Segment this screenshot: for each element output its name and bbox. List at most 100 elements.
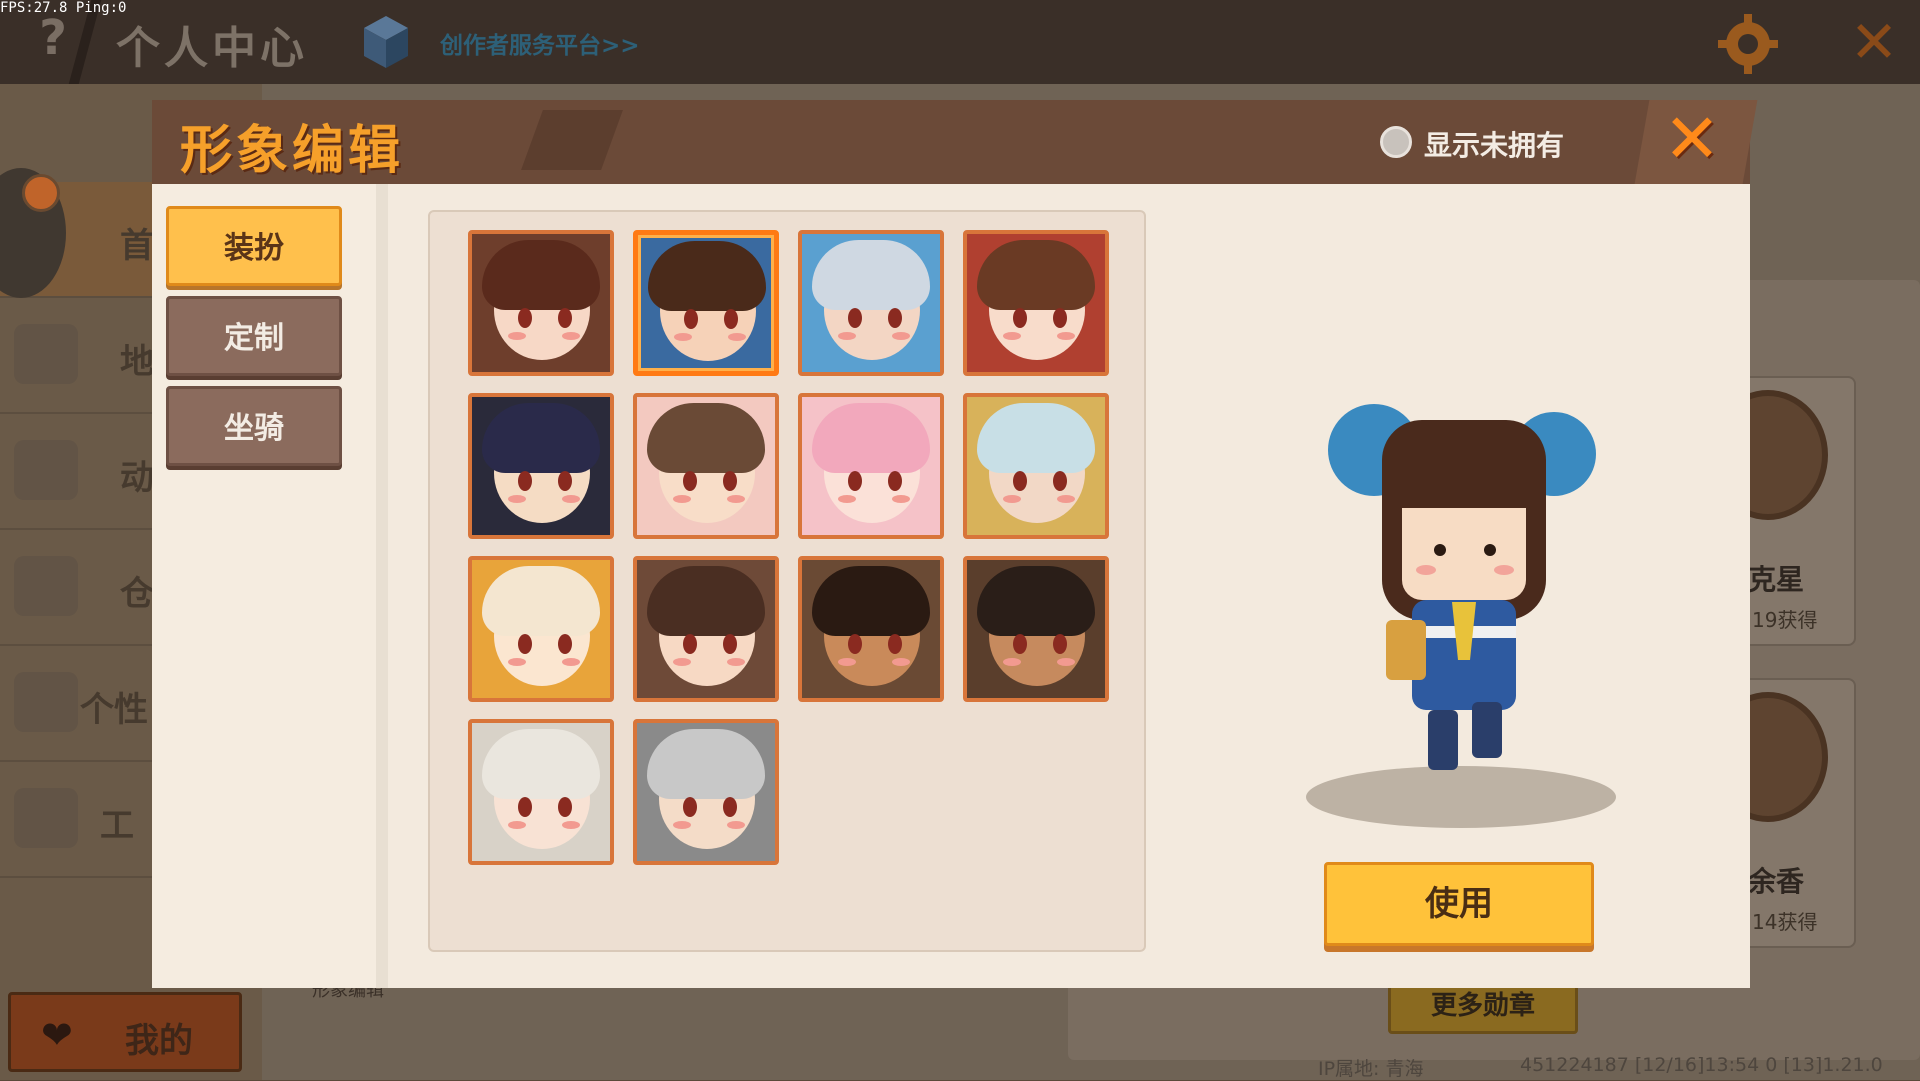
tab-outfit[interactable]: 装扮 (166, 206, 342, 286)
avatar-tile[interactable] (633, 393, 779, 539)
avatar-blush (1057, 658, 1075, 666)
avatar-eye (888, 471, 902, 491)
avatar-tile[interactable] (468, 393, 614, 539)
avatar-hair (812, 566, 930, 636)
sidebar-item-label: 工 (100, 806, 134, 846)
category-tabs: 装扮 定制 坐骑 (152, 184, 388, 988)
avatar-tile[interactable] (468, 556, 614, 702)
card-icon (14, 672, 78, 732)
avatar-tile[interactable] (798, 556, 944, 702)
avatar-blush (1057, 495, 1075, 503)
notification-dot (22, 174, 60, 212)
sidebar-item-label: 地 (120, 342, 154, 382)
avatar-blush (508, 332, 526, 340)
avatar-tile[interactable] (963, 230, 1109, 376)
avatar-blush (562, 821, 580, 829)
avatar-hair (647, 403, 765, 473)
avatar-hair (812, 403, 930, 473)
avatar-edit-modal: 形象编辑 显示未拥有 ✕ 装扮 定制 坐骑 使用 (152, 100, 1758, 988)
fps-readout: FPS:27.8 Ping:0 (0, 0, 127, 16)
creator-platform-link[interactable]: 创作者服务平台>> (440, 26, 640, 60)
avatar-blush (562, 658, 580, 666)
avatar-eye (1013, 471, 1027, 491)
avatar-blush (508, 658, 526, 666)
avatar-eye (1053, 471, 1067, 491)
avatar-blush (673, 658, 691, 666)
avatar-blush (1057, 332, 1075, 340)
page-title: 个人中心 (116, 23, 308, 74)
header-decoration (521, 110, 623, 170)
gear-icon[interactable] (1716, 12, 1780, 76)
close-icon[interactable]: ✕ (1846, 13, 1902, 71)
toolbox-icon (14, 788, 78, 848)
avatar-blush (892, 495, 910, 503)
avatar-eye (723, 471, 737, 491)
avatar-tile[interactable] (798, 230, 944, 376)
tab-mount[interactable]: 坐骑 (166, 386, 342, 466)
close-x-icon[interactable]: ✕ (1652, 104, 1732, 176)
heart-icon: ❤ (41, 1013, 73, 1057)
avatar-hair (648, 241, 766, 311)
modal-header: 形象编辑 显示未拥有 ✕ (152, 100, 1758, 184)
avatar-tile[interactable] (798, 393, 944, 539)
top-bar: ? 个人中心 创作者服务平台>> ✕ (0, 0, 1920, 84)
radio-icon[interactable] (1380, 126, 1412, 158)
avatar-tile[interactable] (633, 230, 779, 376)
avatar-blush (673, 495, 691, 503)
avatar-eye (1053, 634, 1067, 654)
avatar-eye (558, 797, 572, 817)
avatar-eye (683, 634, 697, 654)
avatar-eye (723, 634, 737, 654)
avatar-tile[interactable] (468, 719, 614, 865)
sidebar-item-label: 动 (120, 458, 154, 498)
avatar-tile[interactable] (963, 556, 1109, 702)
creator-cube-icon[interactable] (362, 14, 410, 70)
character-preview[interactable] (1302, 380, 1622, 800)
avatar-blush (892, 332, 910, 340)
avatar-blush (728, 333, 746, 341)
bell-icon (14, 440, 78, 500)
badge-name: 克星 (1748, 563, 1805, 596)
avatar-eye (1013, 634, 1027, 654)
avatar-eye (1013, 308, 1027, 328)
avatar-blush (674, 333, 692, 341)
sidebar-item-label: 首 (120, 226, 154, 266)
avatar-eye (518, 308, 532, 328)
avatar-blush (838, 332, 856, 340)
avatar-eye (848, 308, 862, 328)
avatar-blush (727, 821, 745, 829)
avatar-tile[interactable] (468, 230, 614, 376)
avatar-blush (838, 495, 856, 503)
avatar-tile[interactable] (633, 719, 779, 865)
mine-button[interactable]: ❤ 我的 (8, 992, 242, 1072)
avatar-eye (518, 471, 532, 491)
avatar-tile[interactable] (963, 393, 1109, 539)
avatar-eye (1053, 308, 1067, 328)
avatar-eye (723, 797, 737, 817)
avatar-blush (727, 495, 745, 503)
avatar-eye (888, 634, 902, 654)
avatar-blush (562, 332, 580, 340)
use-button[interactable]: 使用 (1324, 862, 1594, 946)
avatar-eye (684, 309, 698, 329)
badge-sub: 14获得 (1752, 910, 1818, 934)
avatar-eye (888, 308, 902, 328)
sidebar-item-label: 仓 (120, 574, 154, 614)
avatar-hair (977, 240, 1095, 310)
avatar-grid (428, 210, 1146, 952)
avatar-hair (977, 403, 1095, 473)
avatar-hair (482, 403, 600, 473)
version-info: 451224187 [12/16]13:54 0 [13]1.21.0 (1520, 1054, 1883, 1076)
avatar-eye (848, 471, 862, 491)
map-icon (14, 324, 78, 384)
avatar-blush (508, 821, 526, 829)
avatar-eye (558, 634, 572, 654)
avatar-hair (482, 240, 600, 310)
avatar-blush (1003, 495, 1021, 503)
avatar-hair (647, 566, 765, 636)
avatar-eye (518, 634, 532, 654)
avatar-tile[interactable] (633, 556, 779, 702)
tab-custom[interactable]: 定制 (166, 296, 342, 376)
avatar-blush (892, 658, 910, 666)
avatar-blush (562, 495, 580, 503)
